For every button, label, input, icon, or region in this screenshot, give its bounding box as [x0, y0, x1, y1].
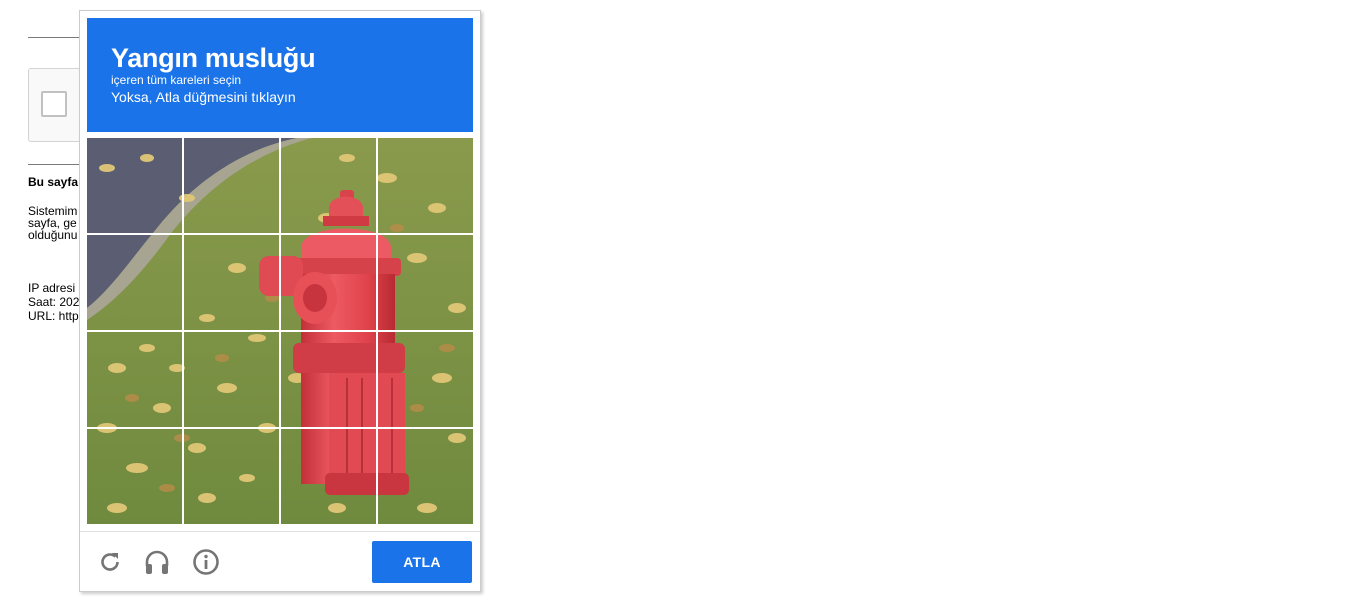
- skip-button[interactable]: ATLA: [372, 541, 472, 583]
- grid-tile[interactable]: [184, 138, 279, 233]
- reload-button[interactable]: [95, 547, 125, 577]
- grid-tile[interactable]: [378, 138, 473, 233]
- recaptcha-checkbox[interactable]: [41, 91, 67, 117]
- grid-separator: [87, 427, 473, 429]
- challenge-subtitle: içeren tüm kareleri seçin: [111, 73, 242, 87]
- time-line: Saat: 202: [28, 295, 80, 309]
- paragraph-line: olduğunu: [28, 228, 78, 242]
- grid-tile[interactable]: [184, 429, 279, 524]
- ip-address-line: IP adresi: [28, 281, 76, 295]
- footer-divider: [80, 531, 480, 532]
- grid-separator: [87, 330, 473, 332]
- audio-challenge-button[interactable]: [142, 547, 172, 577]
- help-button[interactable]: [191, 547, 221, 577]
- request-info: IP adresi Saat: 202 URL: http: [28, 281, 79, 323]
- challenge-header: Yangın musluğu içeren tüm kareleri seçin…: [87, 18, 473, 132]
- page-heading: Bu sayfa: [28, 175, 79, 189]
- info-icon: [193, 549, 219, 575]
- page-paragraph: Sistemim sayfa, ge olduğunu: [28, 205, 77, 241]
- captcha-challenge-popup: Yangın musluğu içeren tüm kareleri seçin…: [79, 10, 481, 592]
- grid-separator: [87, 233, 473, 235]
- audio-headphones-icon: [145, 550, 169, 574]
- grid-tile[interactable]: [281, 235, 376, 330]
- grid-tile[interactable]: [378, 332, 473, 427]
- grid-tile[interactable]: [184, 332, 279, 427]
- challenge-title: Yangın musluğu: [111, 43, 316, 73]
- grid-tile[interactable]: [87, 429, 182, 524]
- grid-tile[interactable]: [87, 138, 182, 233]
- grid-tile[interactable]: [184, 235, 279, 330]
- grid-tile[interactable]: [281, 332, 376, 427]
- challenge-image-grid: [87, 138, 473, 524]
- reload-icon: [101, 553, 119, 571]
- grid-tile[interactable]: [281, 138, 376, 233]
- grid-tile[interactable]: [281, 429, 376, 524]
- grid-tile[interactable]: [87, 235, 182, 330]
- challenge-hint: Yoksa, Atla düğmesini tıklayın: [111, 89, 296, 105]
- url-line: URL: http: [28, 309, 79, 323]
- grid-tile[interactable]: [378, 429, 473, 524]
- grid-tile[interactable]: [378, 235, 473, 330]
- grid-tile[interactable]: [87, 332, 182, 427]
